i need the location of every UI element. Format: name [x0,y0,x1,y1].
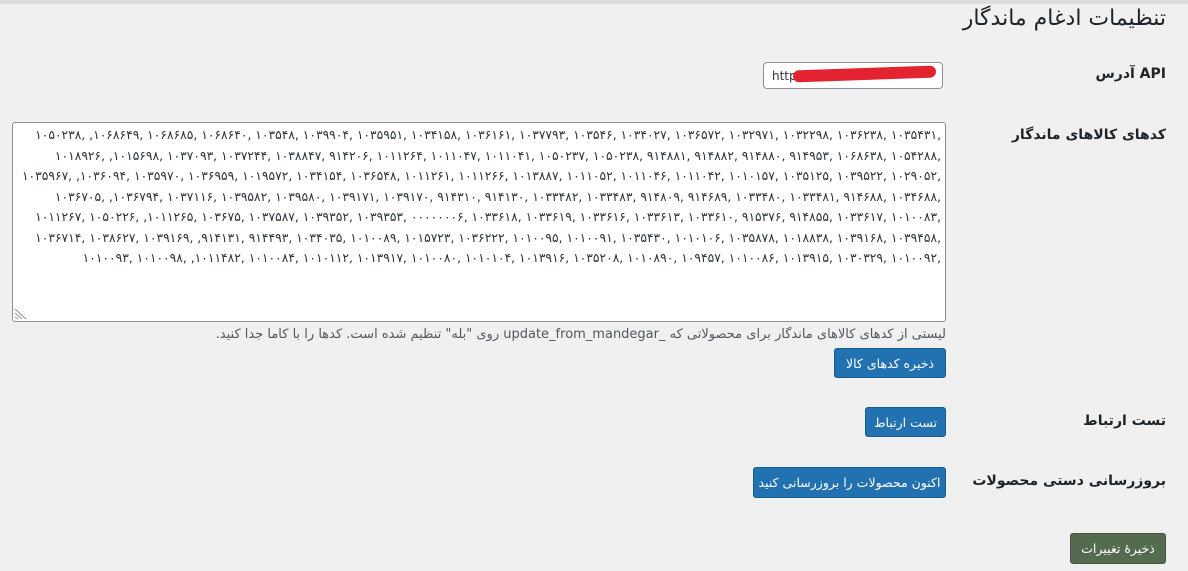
top-bar [0,0,1188,4]
api-address-label: آدرس API [1095,66,1166,82]
product-codes-help: لیستی از کدهای کالاهای ماندگار برای محصو… [215,327,946,342]
save-product-codes-button[interactable]: ذخیره کدهای کالا [834,348,946,378]
page-title: تنظیمات ادغام ماندگار [962,6,1166,31]
test-connection-button[interactable]: تست ارتباط [865,407,946,437]
product-codes-textarea[interactable]: ,۱۰۳۵۴۳۱ ,۱۰۳۶۲۳۸ ,۱۰۳۲۲۹۸ ,۱۰۳۲۹۷۱ ,۱۰۳… [12,122,946,322]
test-connection-label: تست ارتباط [1083,413,1166,429]
manual-update-label: بروزرسانی دستی محصولات [972,473,1166,489]
save-changes-button[interactable]: ذخیرهٔ تغییرات [1070,533,1166,564]
product-codes-label: کدهای کالاهای ماندگار [1011,127,1166,143]
resize-handle-icon[interactable] [14,306,28,320]
update-products-now-button[interactable]: اکنون محصولات را بروزرسانی کنید [753,467,946,498]
